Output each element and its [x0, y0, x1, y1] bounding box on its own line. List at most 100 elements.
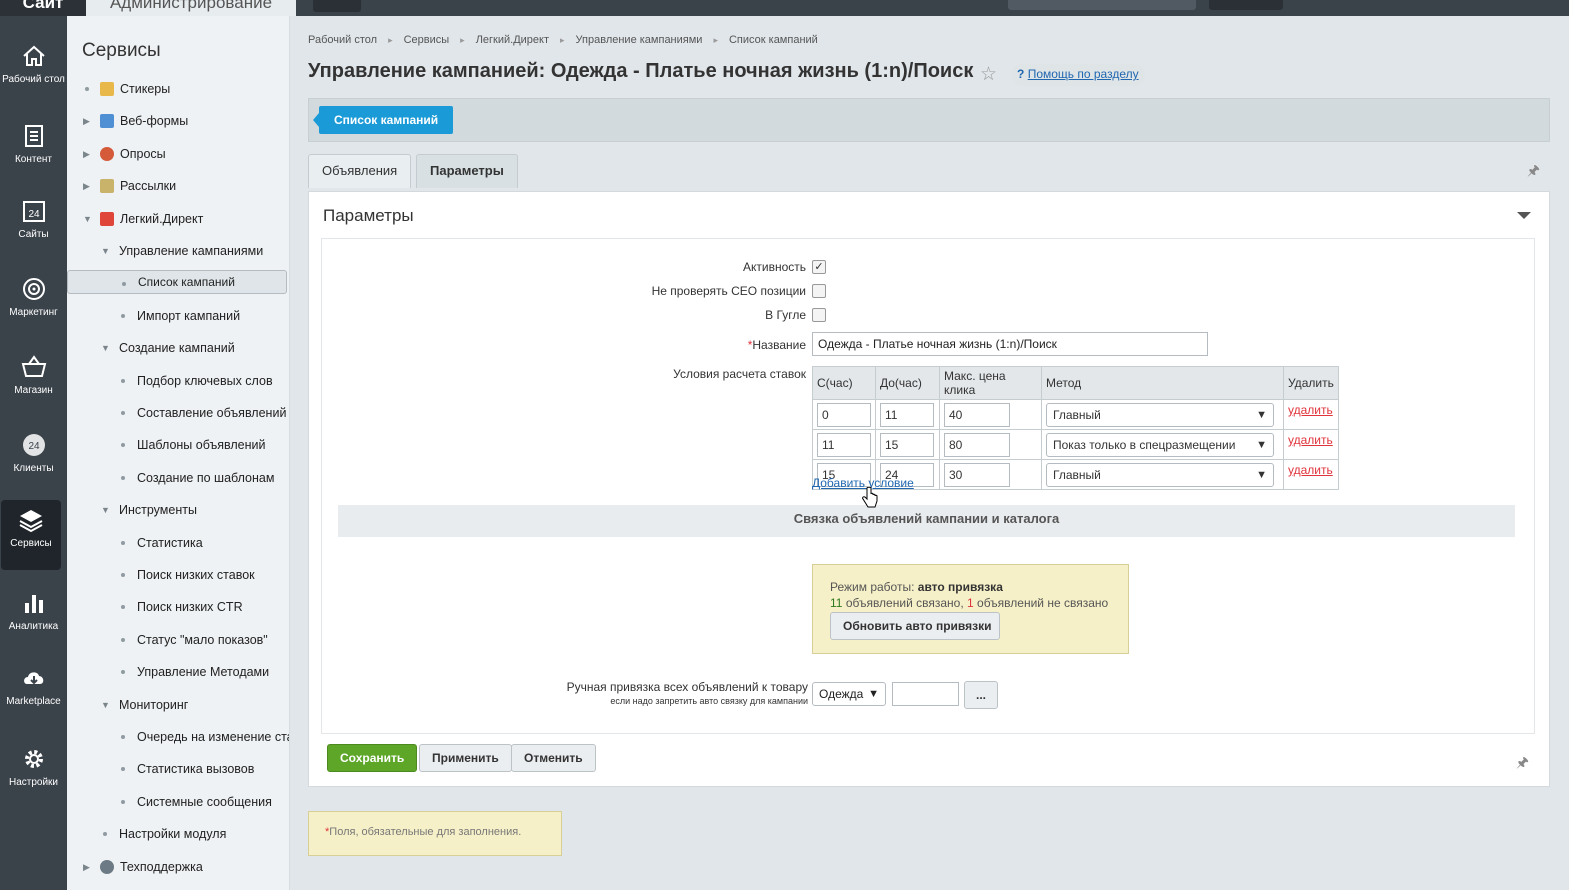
sidebar-item-settings[interactable]: Настройки [0, 739, 67, 809]
breadcrumb-item[interactable]: Сервисы [404, 34, 450, 46]
breadcrumb-item[interactable]: Легкий.Директ [476, 34, 549, 46]
column-header: С(час) [812, 366, 876, 400]
max-price-input[interactable]: 40 [944, 402, 1010, 427]
menu-item[interactable]: Поиск низких ставок [67, 562, 289, 588]
manual-binding-label: Ручная привязка всех объявлений к товару [566, 680, 808, 694]
browse-button[interactable]: ... [964, 681, 998, 709]
breadcrumb-item[interactable]: Рабочий стол [308, 34, 377, 46]
menu-item[interactable]: Поиск низких CTR [67, 594, 289, 620]
direct-icon [100, 211, 114, 226]
page-title: Управление кампанией: Одежда - Платье но… [308, 60, 974, 82]
campaign-list-button[interactable]: Список кампаний [312, 106, 454, 134]
delete-link[interactable]: удалить [1288, 403, 1333, 417]
sidebar-item-marketplace[interactable]: Marketplace [0, 658, 67, 728]
menu-item-label: Инструменты [119, 503, 197, 518]
refresh-binding-button[interactable]: Обновить авто привязки [830, 612, 1000, 640]
menu-item[interactable]: ▶ Техподдержка [67, 854, 289, 880]
menu-item[interactable]: Статистика [67, 530, 289, 556]
tab-parameters[interactable]: Параметры [416, 154, 518, 188]
bullet-icon [121, 475, 125, 480]
breadcrumb-item[interactable]: Управление кампаниями [576, 34, 703, 46]
google-checkbox[interactable] [812, 308, 826, 322]
help-link[interactable]: ? Помощь по разделу [1011, 64, 1145, 86]
expanded-arrow-icon[interactable]: ▼ [101, 238, 110, 264]
sidebar-item-analytics[interactable]: Аналитика [0, 583, 67, 653]
to-hour-input[interactable]: 15 [880, 432, 934, 457]
method-select[interactable]: Главный ▼ [1046, 462, 1274, 487]
menu-item[interactable]: ▶ Опросы [67, 141, 289, 167]
tab-ads[interactable]: Объявления [308, 154, 412, 188]
menu-item[interactable]: Импорт кампаний [67, 303, 289, 329]
menu-item-label: Создание кампаний [119, 341, 235, 356]
sidebar-item-content[interactable]: Контент [0, 116, 67, 186]
menu-item[interactable]: ▼ Управление кампаниями [67, 238, 289, 264]
services-menu: Сервисы Стикеры ▶ Веб-формы ▶ Опросы ▶ Рассылк… [67, 16, 290, 890]
cancel-button[interactable]: Отменить [511, 744, 596, 772]
apply-button[interactable]: Применить [419, 744, 512, 772]
collapsed-arrow-icon[interactable]: ▶ [83, 108, 90, 134]
menu-item[interactable]: Создание по шаблонам [67, 465, 289, 491]
menu-item[interactable]: ▶ Рассылки [67, 173, 289, 199]
user-button[interactable] [1209, 0, 1283, 10]
pin-icon[interactable]: 🖈 [1527, 160, 1540, 184]
expanded-arrow-icon[interactable]: ▼ [101, 335, 110, 361]
menu-item[interactable]: Статистика вызовов [67, 756, 289, 782]
max-price-input[interactable]: 30 [944, 462, 1010, 487]
gear-menu-button[interactable] [313, 0, 361, 12]
expanded-arrow-icon[interactable]: ▼ [101, 692, 110, 718]
sidebar-item-label: Магазин [14, 385, 53, 396]
target-icon [22, 278, 45, 300]
delete-link[interactable]: удалить [1288, 433, 1333, 447]
menu-item[interactable]: ▼ Создание кампаний [67, 335, 289, 361]
product-id-input[interactable] [892, 682, 959, 706]
menu-item[interactable]: Подбор ключевых слов [67, 368, 289, 394]
menu-item[interactable]: ▼ Мониторинг [67, 692, 289, 718]
menu-item[interactable]: Системные сообщения [67, 789, 289, 815]
seo-checkbox[interactable] [812, 284, 826, 298]
from-hour-input[interactable]: 0 [817, 402, 871, 427]
menu-item[interactable]: ▶ Веб-формы [67, 108, 289, 134]
site-tab[interactable]: Сайт [0, 0, 86, 16]
google-label: В Гугле [765, 308, 806, 322]
collapsed-arrow-icon[interactable]: ▶ [83, 173, 90, 199]
menu-item-label: Мониторинг [119, 697, 189, 712]
menu-item[interactable]: Шаблоны объявлений [67, 432, 289, 458]
menu-item[interactable]: Составление объявлений [67, 400, 289, 426]
sidebar-item-clients[interactable]: 24 Клиенты [0, 425, 67, 495]
pin-icon[interactable]: 🖈 [1516, 752, 1529, 776]
collapsed-arrow-icon[interactable]: ▶ [83, 854, 90, 880]
menu-item-label: Очередь на изменение ставок [137, 730, 289, 744]
delete-link[interactable]: удалить [1288, 463, 1333, 477]
menu-item[interactable]: Статус "мало показов" [67, 627, 289, 653]
max-price-input[interactable]: 80 [944, 432, 1010, 457]
name-field[interactable]: Одежда - Платье ночная жизнь (1:n)/Поиск [812, 332, 1208, 356]
method-select[interactable]: Показ только в спецразмещении ▼ [1046, 432, 1274, 457]
search-input[interactable] [1008, 0, 1196, 10]
menu-item[interactable]: Очередь на изменение ставок [67, 724, 289, 750]
menu-item[interactable]: Список кампаний [67, 270, 287, 295]
sidebar-item-marketing[interactable]: Маркетинг [0, 269, 67, 339]
menu-item[interactable]: Настройки модуля [67, 821, 289, 847]
expanded-arrow-icon[interactable]: ▼ [83, 206, 92, 232]
favorite-star-icon[interactable]: ☆ [980, 63, 997, 86]
save-button[interactable]: Сохранить [327, 744, 418, 772]
expanded-arrow-icon[interactable]: ▼ [101, 497, 110, 523]
collapsed-arrow-icon[interactable]: ▶ [83, 141, 90, 167]
breadcrumb-item[interactable]: Список кампаний [729, 34, 818, 46]
menu-item[interactable]: Управление Методами [67, 659, 289, 685]
sidebar-item-desktop[interactable]: Рабочий стол [0, 36, 67, 106]
product-select[interactable]: Одежда ▼ [812, 682, 886, 706]
to-hour-input[interactable]: 11 [880, 402, 934, 427]
from-hour-input[interactable]: 11 [817, 432, 871, 457]
admin-tab[interactable]: Администрирование [86, 0, 296, 16]
sidebar-item-services[interactable]: Сервисы [1, 500, 61, 570]
collapse-icon[interactable] [1517, 212, 1531, 219]
sidebar-item-shop[interactable]: Магазин [0, 347, 67, 417]
menu-item[interactable]: Стикеры [67, 76, 289, 102]
home-icon [22, 45, 45, 66]
method-select[interactable]: Главный ▼ [1046, 402, 1274, 427]
sidebar-item-sites[interactable]: 24 Сайты [0, 191, 67, 261]
menu-item[interactable]: ▼ Легкий.Директ [67, 206, 289, 232]
menu-item[interactable]: ▼ Инструменты [67, 497, 289, 523]
active-checkbox[interactable]: ✓ [812, 260, 826, 274]
